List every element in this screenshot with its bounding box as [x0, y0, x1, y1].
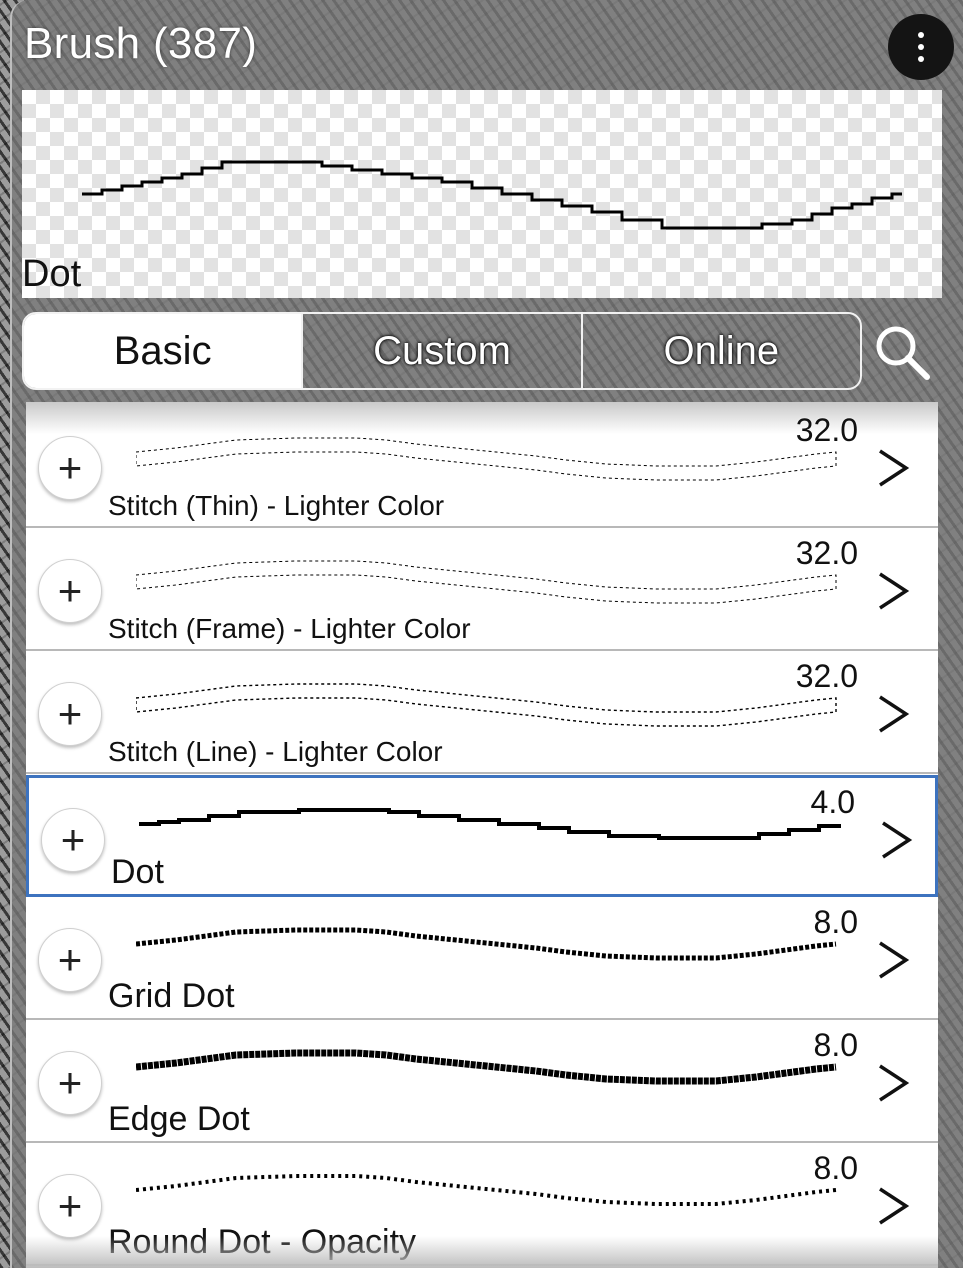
brush-name: Edge Dot — [108, 1100, 250, 1138]
chevron-right-icon[interactable] — [876, 1186, 910, 1226]
brush-name: Stitch (Line) - Lighter Color — [108, 736, 443, 767]
add-brush-icon[interactable]: + — [38, 928, 102, 992]
preview-stroke — [82, 160, 902, 230]
brush-size: 8.0 — [813, 1027, 858, 1063]
brush-size: 4.0 — [810, 784, 855, 820]
more-vertical-icon[interactable] — [888, 14, 954, 80]
brush-stroke-preview — [136, 927, 837, 961]
brush-name: Dot — [111, 853, 164, 891]
brush-size: 32.0 — [795, 658, 858, 694]
brush-stroke-preview — [139, 808, 841, 840]
brush-stroke-preview — [136, 560, 837, 604]
chevron-right-icon[interactable] — [879, 820, 913, 860]
brush-name: Grid Dot — [108, 977, 235, 1015]
add-brush-icon[interactable]: + — [38, 682, 102, 746]
brush-row[interactable]: +8.0 Round Dot - Opacity — [26, 1144, 938, 1266]
brush-preview: Dot — [22, 90, 942, 298]
add-brush-icon[interactable]: + — [38, 1174, 102, 1238]
brush-category-tabs: Basic Custom Online — [22, 312, 862, 390]
chevron-right-icon[interactable] — [876, 1063, 910, 1103]
brush-row[interactable]: +8.0 Edge Dot — [26, 1021, 938, 1143]
add-brush-icon[interactable]: + — [38, 1051, 102, 1115]
add-brush-icon[interactable]: + — [38, 559, 102, 623]
brush-stroke-preview — [136, 1174, 837, 1206]
brush-size: 8.0 — [813, 1150, 858, 1186]
brush-name: Stitch (Thin) - Lighter Color — [108, 490, 445, 521]
brush-size: 32.0 — [795, 535, 858, 571]
brush-name: Round Dot - Opacity — [108, 1223, 417, 1261]
brush-stroke-preview — [136, 683, 837, 727]
tab-custom[interactable]: Custom — [301, 314, 580, 388]
brush-list: +32.0 Stitch (Thin) - Lighter Color +32.0 S… — [26, 402, 938, 1268]
brush-row[interactable]: +32.0 Stitch (Line) - Lighter Color — [26, 652, 938, 774]
add-brush-icon[interactable]: + — [38, 436, 102, 500]
brush-row[interactable]: +32.0 Stitch (Thin) - Lighter Color — [26, 406, 938, 528]
brush-stroke-preview — [136, 437, 837, 481]
chevron-right-icon[interactable] — [876, 694, 910, 734]
search-icon[interactable] — [872, 322, 932, 382]
brush-size: 32.0 — [795, 412, 858, 448]
preview-brush-name: Dot — [22, 253, 82, 295]
brush-row[interactable]: +4.0 Dot — [26, 775, 938, 897]
chevron-right-icon[interactable] — [876, 448, 910, 488]
brush-row[interactable]: +32.0 Stitch (Frame) - Lighter Color — [26, 529, 938, 651]
brush-name: Stitch (Frame) - Lighter Color — [108, 613, 471, 644]
chevron-right-icon[interactable] — [876, 940, 910, 980]
brush-size: 8.0 — [813, 904, 858, 940]
tab-online[interactable]: Online — [580, 314, 860, 388]
chevron-right-icon[interactable] — [876, 571, 910, 611]
brush-row[interactable]: +8.0 Grid Dot — [26, 898, 938, 1020]
add-brush-icon[interactable]: + — [41, 808, 105, 872]
tab-basic[interactable]: Basic — [24, 314, 302, 388]
brush-stroke-preview — [136, 1049, 837, 1085]
panel-title: Brush (387) — [24, 19, 258, 68]
